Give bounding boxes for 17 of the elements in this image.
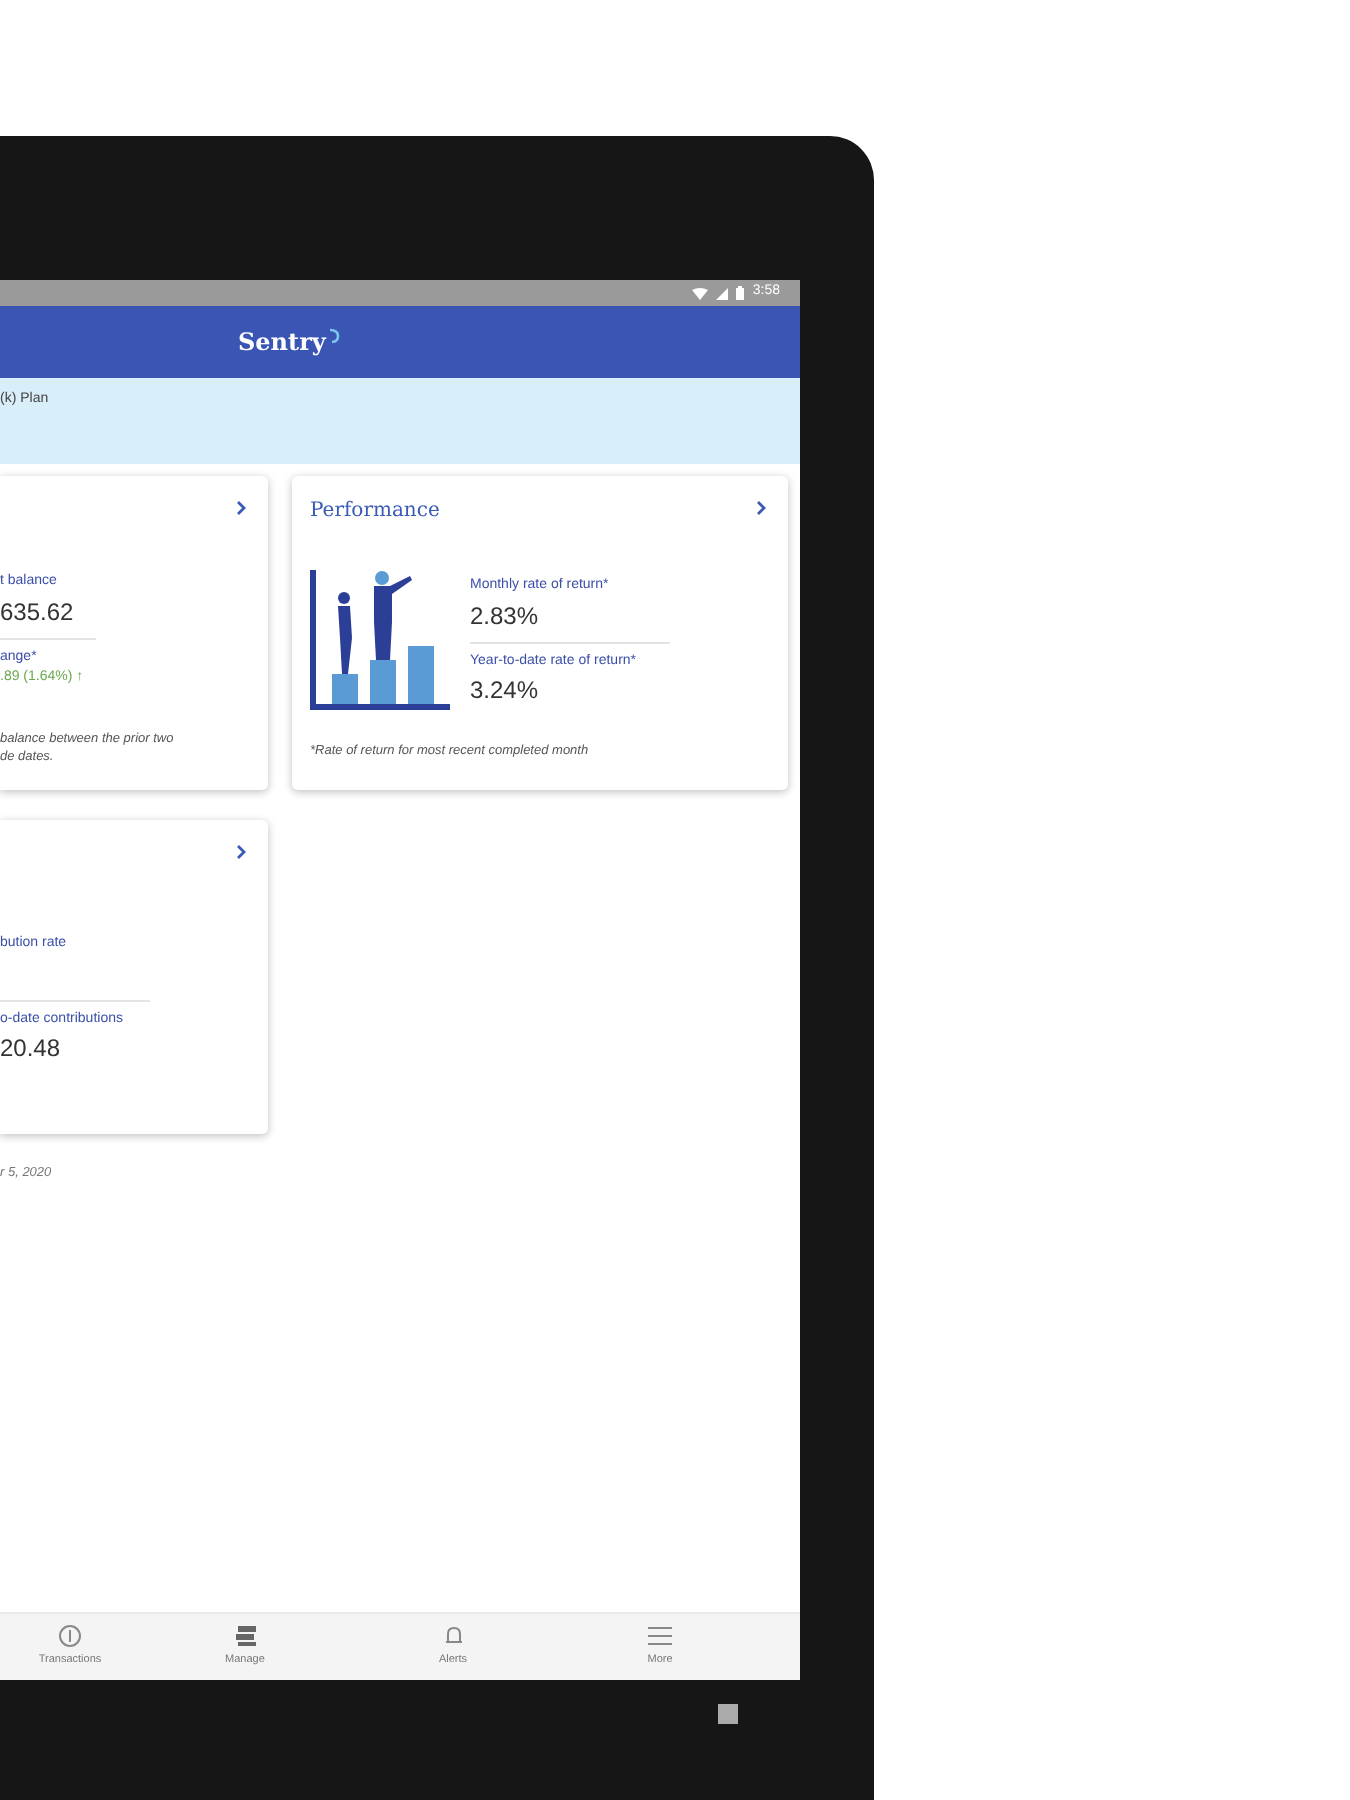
chevron-icon[interactable] — [236, 500, 246, 516]
wifi-icon — [692, 287, 709, 299]
chevron-icon[interactable] — [756, 500, 766, 516]
field-value: 20.48 — [0, 1032, 63, 1066]
field-value: 2.83% — [470, 599, 541, 633]
field-value: 635.62 — [0, 595, 76, 629]
dollar-circle-icon — [58, 1624, 82, 1649]
sentry-logo: Sentry — [238, 326, 326, 360]
battery-icon — [736, 286, 745, 300]
card-title: Performance — [310, 498, 440, 526]
menu-icon — [648, 1624, 672, 1649]
field-value: 3.24% — [470, 674, 541, 708]
signal-icon — [716, 287, 729, 299]
chevron-icon[interactable] — [236, 844, 246, 860]
swirl-icon — [327, 328, 340, 344]
stack-icon — [233, 1624, 257, 1649]
bar-figures-drawing — [310, 570, 450, 710]
